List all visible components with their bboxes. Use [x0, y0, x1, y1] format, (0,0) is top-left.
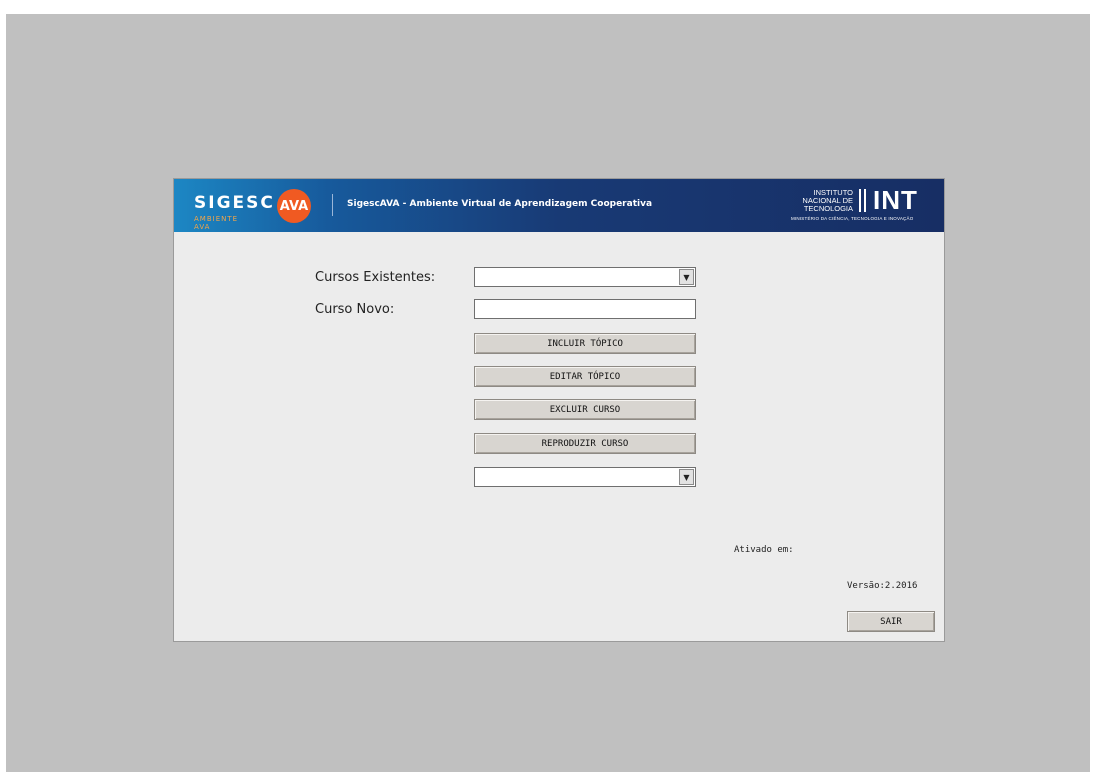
- curso-novo-label: Curso Novo:: [315, 302, 395, 317]
- institute-subtitle: MINISTÉRIO DA CIÊNCIA, TECNOLOGIA E INOV…: [791, 216, 914, 221]
- int-logo-bar: [864, 189, 866, 212]
- logo-ava-badge: AVA: [277, 189, 311, 223]
- logo-tagline: AMBIENTE AVA: [194, 215, 239, 231]
- cursos-existentes-select[interactable]: ▼: [474, 267, 696, 287]
- sair-button[interactable]: SAIR: [847, 611, 935, 632]
- institute-name: INSTITUTO NACIONAL DE TECNOLOGIA: [795, 189, 853, 213]
- incluir-topico-button[interactable]: INCLUIR TÓPICO: [474, 333, 696, 354]
- secondary-select[interactable]: ▼: [474, 467, 696, 487]
- header-banner: SIGESC AVA AMBIENTE AVA SigescAVA - Ambi…: [174, 179, 944, 232]
- curso-novo-input[interactable]: [474, 299, 696, 319]
- ativado-em-label: Ativado em:: [734, 545, 794, 555]
- institute-acronym: INT: [873, 185, 918, 215]
- editar-topico-button[interactable]: EDITAR TÓPICO: [474, 366, 696, 387]
- logo-sigesc-text: SIGESC: [194, 193, 275, 213]
- banner-divider: [332, 194, 333, 216]
- excluir-curso-button[interactable]: EXCLUIR CURSO: [474, 399, 696, 420]
- main-window: SIGESC AVA AMBIENTE AVA SigescAVA - Ambi…: [173, 178, 945, 642]
- chevron-down-icon[interactable]: ▼: [679, 469, 694, 485]
- app-title: SigescAVA - Ambiente Virtual de Aprendiz…: [347, 199, 653, 209]
- reproduzir-curso-button[interactable]: REPRODUZIR CURSO: [474, 433, 696, 454]
- version-label: Versão:2.2016: [847, 581, 918, 591]
- institute-line-3: TECNOLOGIA: [803, 204, 853, 213]
- int-logo-bar: [859, 189, 861, 212]
- int-logo: INSTITUTO NACIONAL DE TECNOLOGIA INT MIN…: [791, 185, 920, 229]
- chevron-down-icon[interactable]: ▼: [679, 269, 694, 285]
- cursos-existentes-label: Cursos Existentes:: [315, 270, 436, 285]
